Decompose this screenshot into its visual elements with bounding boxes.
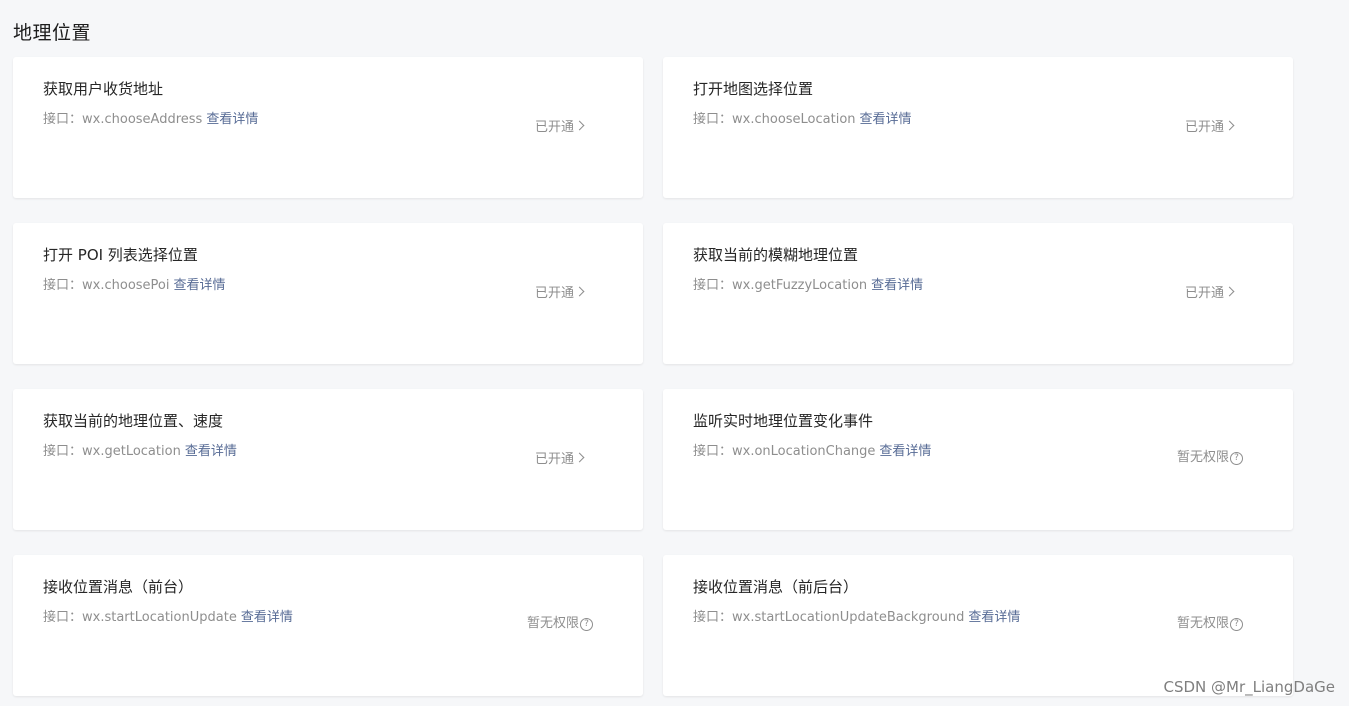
view-details-link[interactable]: 查看详情 (206, 112, 258, 127)
status-label: 已开通 (1185, 120, 1225, 135)
view-details-link[interactable]: 查看详情 (185, 444, 237, 459)
status-label: 已开通 (535, 452, 575, 467)
api-line: 接口：wx.choosePoi 查看详情 (43, 277, 226, 295)
card-title: 打开 POI 列表选择位置 (43, 246, 198, 264)
chevron-right-icon (1224, 286, 1235, 297)
card-title: 获取当前的地理位置、速度 (43, 412, 224, 430)
api-name: wx.choosePoi (82, 278, 170, 293)
api-prefix: 接口： (43, 278, 83, 293)
status-label: 暂无权限 (527, 616, 580, 631)
chevron-right-icon (574, 120, 585, 131)
api-prefix: 接口： (693, 278, 733, 293)
view-details-link[interactable]: 查看详情 (860, 112, 912, 127)
page-title: 地理位置 (13, 22, 92, 44)
chevron-right-icon (574, 286, 585, 297)
api-card: 获取用户收货地址 接口：wx.chooseAddress 查看详情 已开通 (13, 57, 643, 198)
status-label: 已开通 (535, 120, 575, 135)
api-prefix: 接口： (693, 112, 733, 127)
api-line: 接口：wx.chooseLocation 查看详情 (693, 111, 912, 129)
status-opened-link[interactable]: 已开通 (1185, 285, 1235, 303)
chevron-right-icon (1224, 120, 1235, 131)
status-no-permission[interactable]: 暂无权限? (527, 615, 594, 633)
api-card: 接收位置消息（前后台） 接口：wx.startLocationUpdateBac… (663, 555, 1293, 696)
view-details-link[interactable]: 查看详情 (968, 610, 1020, 625)
card-title: 打开地图选择位置 (693, 80, 814, 98)
question-circle-icon[interactable]: ? (1230, 452, 1244, 465)
card-title: 获取用户收货地址 (43, 80, 164, 98)
api-name: wx.startLocationUpdateBackground (732, 610, 965, 625)
view-details-link[interactable]: 查看详情 (173, 278, 225, 293)
card-title: 获取当前的模糊地理位置 (693, 246, 859, 264)
status-opened-link[interactable]: 已开通 (535, 119, 585, 137)
card-title: 监听实时地理位置变化事件 (693, 412, 874, 430)
api-card: 接收位置消息（前台） 接口：wx.startLocationUpdate 查看详情… (13, 555, 643, 696)
api-card: 监听实时地理位置变化事件 接口：wx.onLocationChange 查看详情 … (663, 389, 1293, 530)
watermark: CSDN @Mr_LiangDaGe (1163, 678, 1335, 696)
api-prefix: 接口： (693, 444, 733, 459)
card-title: 接收位置消息（前后台） (693, 578, 859, 596)
status-label: 暂无权限 (1177, 616, 1230, 631)
card-title: 接收位置消息（前台） (43, 578, 194, 596)
view-details-link[interactable]: 查看详情 (879, 444, 931, 459)
status-label: 已开通 (1185, 286, 1225, 301)
view-details-link[interactable]: 查看详情 (871, 278, 923, 293)
question-circle-icon[interactable]: ? (1230, 618, 1244, 631)
api-name: wx.getLocation (82, 444, 181, 459)
api-name: wx.onLocationChange (732, 444, 876, 459)
api-line: 接口：wx.getLocation 查看详情 (43, 443, 237, 461)
question-circle-icon[interactable]: ? (580, 618, 594, 631)
api-prefix: 接口： (43, 112, 83, 127)
status-no-permission[interactable]: 暂无权限? (1177, 615, 1244, 633)
status-opened-link[interactable]: 已开通 (535, 285, 585, 303)
api-name: wx.chooseAddress (82, 112, 203, 127)
api-line: 接口：wx.onLocationChange 查看详情 (693, 443, 931, 461)
status-opened-link[interactable]: 已开通 (1185, 119, 1235, 137)
status-label: 暂无权限 (1177, 450, 1230, 465)
api-name: wx.chooseLocation (732, 112, 856, 127)
chevron-right-icon (574, 452, 585, 463)
api-line: 接口：wx.startLocationUpdate 查看详情 (43, 609, 293, 627)
api-card: 打开地图选择位置 接口：wx.chooseLocation 查看详情 已开通 (663, 57, 1293, 198)
api-prefix: 接口： (43, 444, 83, 459)
api-card: 获取当前的模糊地理位置 接口：wx.getFuzzyLocation 查看详情 已… (663, 223, 1293, 364)
api-name: wx.startLocationUpdate (82, 610, 237, 625)
api-prefix: 接口： (693, 610, 733, 625)
status-label: 已开通 (535, 286, 575, 301)
api-line: 接口：wx.chooseAddress 查看详情 (43, 111, 258, 129)
status-no-permission[interactable]: 暂无权限? (1177, 449, 1244, 467)
api-name: wx.getFuzzyLocation (732, 278, 868, 293)
api-card: 获取当前的地理位置、速度 接口：wx.getLocation 查看详情 已开通 (13, 389, 643, 530)
api-prefix: 接口： (43, 610, 83, 625)
api-line: 接口：wx.startLocationUpdateBackground 查看详情 (693, 609, 1020, 627)
status-opened-link[interactable]: 已开通 (535, 451, 585, 469)
view-details-link[interactable]: 查看详情 (241, 610, 293, 625)
api-card: 打开 POI 列表选择位置 接口：wx.choosePoi 查看详情 已开通 (13, 223, 643, 364)
api-line: 接口：wx.getFuzzyLocation 查看详情 (693, 277, 923, 295)
